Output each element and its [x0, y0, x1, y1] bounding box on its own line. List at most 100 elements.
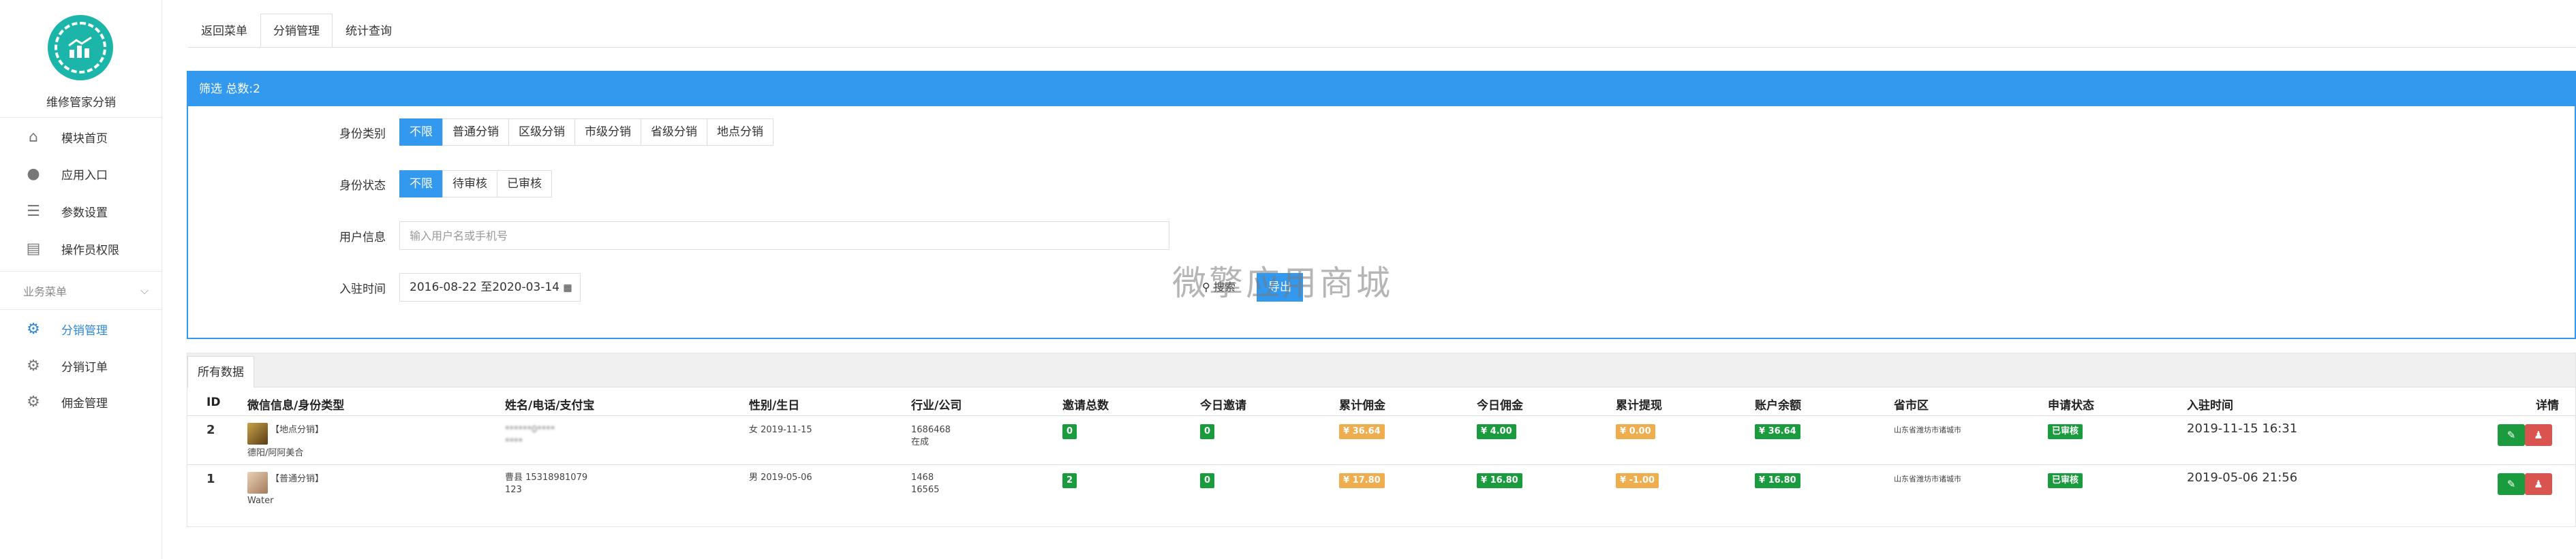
tab-all-data[interactable]: 所有数据: [187, 356, 254, 388]
column-header-withdraw-total: 累计提现: [1616, 399, 1662, 413]
gear-icon: ⚙: [27, 393, 40, 411]
chevron-down-icon: ⌵: [140, 284, 149, 297]
tabs-divider: [188, 47, 2576, 48]
tab-back-menu[interactable]: 返回菜单: [188, 14, 260, 48]
column-header-wechat: 微信信息/身份类型: [247, 399, 345, 413]
identity-type-option-location[interactable]: 地点分销: [707, 118, 773, 146]
row-invite-total-badge: 0: [1062, 424, 1077, 439]
home-icon: ⌂: [29, 128, 38, 146]
user-remove-icon: ♟: [2534, 429, 2543, 441]
sidebar-item-module-home[interactable]: ⌂ 模块首页: [0, 118, 162, 155]
row-commission-today-badge: ¥ 4.00: [1477, 424, 1516, 439]
identity-status-option-all[interactable]: 不限: [399, 170, 443, 197]
row-region: 山东省潍坊市诸城市: [1894, 475, 1961, 483]
row-join-time: 2019-11-15 16:31: [2187, 421, 2298, 436]
sidebar-item-distribution-orders[interactable]: ⚙ 分销订单: [0, 347, 162, 384]
row-invite-total-badge: 2: [1062, 473, 1077, 488]
tab-distribution-management[interactable]: 分销管理: [260, 14, 333, 48]
identity-type-option-province[interactable]: 省级分销: [641, 118, 707, 146]
table-header-divider: [187, 415, 2575, 416]
edit-button[interactable]: ✎: [2498, 424, 2525, 446]
row-region: 山东省潍坊市诸城市: [1894, 426, 1961, 434]
column-header-gender: 性别/生日: [749, 399, 800, 413]
app-name: 维修管家分销: [46, 96, 116, 110]
sidebar-item-label: 操作员权限: [61, 243, 119, 257]
sidebar-item-label: 分销订单: [61, 360, 108, 374]
sidebar-item-app-entry[interactable]: ● 应用入口: [0, 155, 162, 192]
row-industry: 1686468: [911, 425, 951, 435]
row-name-phone: ******0****: [505, 425, 555, 435]
filter-panel: 筛选 总数:2 身份类别 不限 普通分销 区级分销 市级分销 省级分销 地点分销…: [187, 71, 2576, 339]
row-balance-badge: ¥ 36.64: [1755, 424, 1800, 439]
row-industry: 1468: [911, 473, 934, 483]
data-panel-header: 所有数据: [187, 353, 2575, 388]
column-header-balance: 账户余额: [1755, 399, 1801, 413]
identity-type-selector: 不限 普通分销 区级分销 市级分销 省级分销 地点分销: [399, 118, 773, 146]
identity-type-option-all[interactable]: 不限: [399, 118, 443, 146]
edit-button[interactable]: ✎: [2498, 473, 2525, 495]
app-logo: [48, 15, 113, 80]
user-info-input[interactable]: [399, 221, 1169, 250]
join-time-row: 入驻时间 2016-08-22 至2020-03-14 ▦ ⚲ 搜索 导出: [188, 272, 2575, 302]
delete-user-button[interactable]: ♟: [2525, 424, 2552, 446]
chat-icon: ●: [27, 165, 40, 182]
identity-type-row: 身份类别 不限 普通分销 区级分销 市级分销 省级分销 地点分销: [188, 117, 2575, 147]
gear-icon: ⚙: [27, 320, 40, 338]
column-header-details: 详情: [2536, 399, 2559, 413]
row-company: 16565: [911, 485, 940, 495]
logo-chart-icon: [55, 22, 106, 74]
row-invite-today-badge: 0: [1200, 424, 1215, 439]
row-id: 2: [206, 423, 215, 437]
tab-statistics[interactable]: 统计查询: [333, 14, 405, 48]
search-button[interactable]: ⚲ 搜索: [1202, 273, 1250, 302]
document-icon: ▤: [26, 240, 41, 257]
delete-user-button[interactable]: ♟: [2525, 473, 2552, 495]
row-wechat-type: 【普通分销】: [271, 474, 324, 484]
row-status-badge: 已审核: [2048, 424, 2083, 439]
row-alipay: ****: [505, 437, 523, 447]
sidebar-section-business[interactable]: 业务菜单 ⌵: [0, 272, 162, 309]
sidebar-item-commission-management[interactable]: ⚙ 佣金管理: [0, 383, 162, 420]
user-remove-icon: ♟: [2534, 478, 2543, 490]
sidebar-divider: [0, 117, 162, 118]
row-commission-today-badge: ¥ 16.80: [1477, 473, 1522, 488]
page-root: 维修管家分销 ⌂ 模块首页 ● 应用入口 ☰ 参数设置 ▤ 操作员权限 业务菜单…: [0, 0, 2576, 559]
sidebar-item-settings[interactable]: ☰ 参数设置: [0, 193, 162, 229]
row-status-badge: 已审核: [2048, 473, 2083, 488]
user-info-row: 用户信息: [188, 221, 2575, 251]
search-icon: ⚲: [1202, 281, 1210, 293]
sidebar-item-label: 模块首页: [61, 131, 108, 146]
edit-icon: ✎: [2506, 429, 2516, 441]
sidebar-divider: [0, 309, 162, 310]
row-gender-birthday: 女 2019-11-15: [749, 425, 812, 435]
sidebar-item-label: 分销管理: [61, 323, 108, 338]
filter-panel-title: 筛选 总数:2: [188, 72, 2575, 106]
sidebar-item-label: 参数设置: [61, 206, 108, 220]
identity-status-option-pending[interactable]: 待审核: [442, 170, 497, 197]
row-gender-birthday: 男 2019-05-06: [749, 473, 812, 483]
edit-icon: ✎: [2506, 478, 2516, 490]
avatar: [247, 423, 268, 445]
identity-type-option-city[interactable]: 市级分销: [574, 118, 641, 146]
join-time-range-picker[interactable]: 2016-08-22 至2020-03-14 ▦: [399, 273, 581, 302]
column-header-name: 姓名/电话/支付宝: [505, 399, 595, 413]
calendar-icon: ▦: [563, 283, 572, 293]
identity-status-option-approved[interactable]: 已审核: [497, 170, 552, 197]
row-wechat-name: 德阳/阿阿美合: [247, 448, 304, 458]
row-name-phone: 曹县 15318981079: [505, 473, 588, 483]
join-time-value: 2016-08-22 至2020-03-14: [410, 281, 559, 294]
row-id: 1: [206, 472, 215, 486]
row-balance-badge: ¥ 16.80: [1755, 473, 1800, 488]
sidebar-item-distribution-management[interactable]: ⚙ 分销管理: [0, 310, 162, 347]
export-button[interactable]: 导出: [1257, 273, 1303, 302]
identity-type-option-normal[interactable]: 普通分销: [442, 118, 509, 146]
sidebar-section-label: 业务菜单: [23, 285, 67, 298]
identity-type-option-district[interactable]: 区级分销: [508, 118, 575, 146]
column-header-invite-today: 今日邀请: [1200, 399, 1246, 413]
row-withdraw-total-badge: ¥ -1.00: [1616, 473, 1659, 488]
avatar: [247, 472, 268, 494]
identity-status-selector: 不限 待审核 已审核: [399, 170, 552, 197]
row-company: 在成: [911, 437, 930, 447]
sidebar-item-permissions[interactable]: ▤ 操作员权限: [0, 230, 162, 267]
row-commission-total-badge: ¥ 17.80: [1339, 473, 1385, 488]
